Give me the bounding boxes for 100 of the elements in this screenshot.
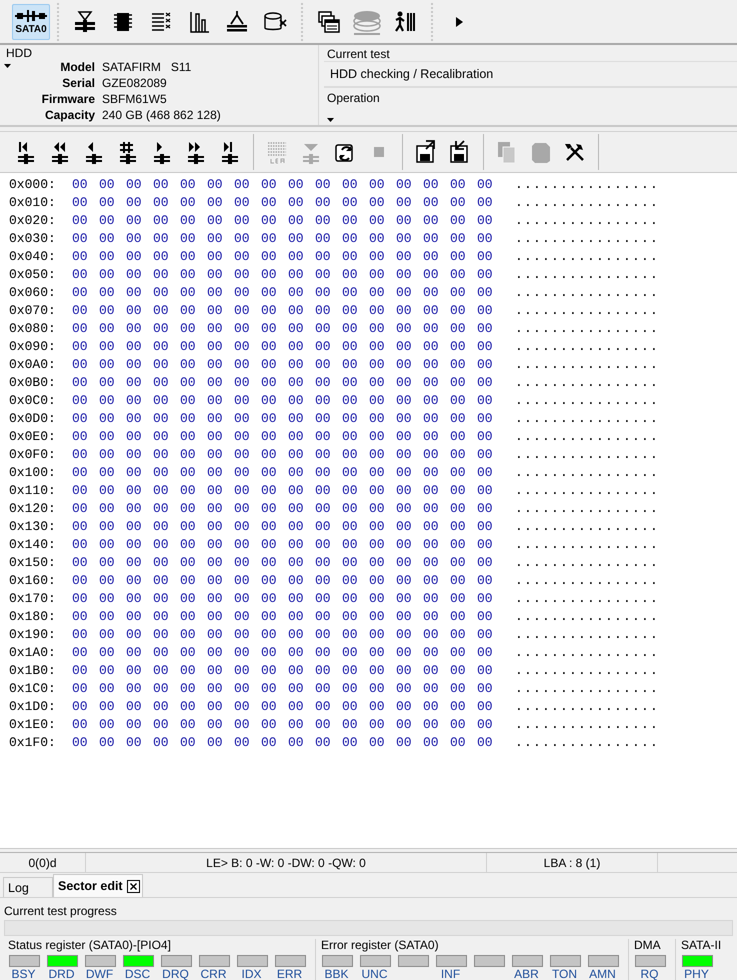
hex-byte[interactable]: 00 — [396, 356, 423, 372]
hex-byte[interactable]: 00 — [288, 446, 315, 462]
hex-byte[interactable]: 00 — [396, 698, 423, 714]
hex-byte[interactable]: 00 — [396, 320, 423, 336]
hex-byte[interactable]: 00 — [369, 644, 396, 660]
hex-byte[interactable]: 00 — [477, 338, 504, 354]
hex-byte[interactable]: 00 — [72, 590, 99, 606]
hex-byte[interactable]: 00 — [153, 338, 180, 354]
hex-byte[interactable]: 00 — [315, 302, 342, 318]
hex-byte[interactable]: 00 — [423, 680, 450, 696]
hex-byte[interactable]: 00 — [126, 608, 153, 624]
hex-byte[interactable]: 00 — [342, 464, 369, 480]
hex-byte[interactable]: 00 — [126, 644, 153, 660]
hex-byte[interactable]: 00 — [396, 410, 423, 426]
hex-byte[interactable]: 00 — [180, 176, 207, 192]
hex-byte[interactable]: 00 — [99, 284, 126, 300]
hex-byte[interactable]: 00 — [288, 410, 315, 426]
hex-byte[interactable]: 00 — [234, 626, 261, 642]
hex-byte[interactable]: 00 — [72, 698, 99, 714]
hex-byte[interactable]: 00 — [153, 644, 180, 660]
hex-byte[interactable]: 00 — [72, 338, 99, 354]
hex-byte[interactable]: 00 — [72, 320, 99, 336]
hex-byte[interactable]: 00 — [450, 536, 477, 552]
hex-byte[interactable]: 00 — [369, 518, 396, 534]
hex-byte[interactable]: 00 — [342, 374, 369, 390]
hex-byte[interactable]: 00 — [342, 392, 369, 408]
hex-byte[interactable]: 00 — [450, 716, 477, 732]
hex-byte[interactable]: 00 — [207, 554, 234, 570]
hex-byte[interactable]: 00 — [450, 374, 477, 390]
caret-icon[interactable] — [327, 118, 334, 122]
hex-byte[interactable]: 00 — [99, 212, 126, 228]
hex-byte[interactable]: 00 — [153, 734, 180, 750]
hex-byte[interactable]: 00 — [207, 464, 234, 480]
hex-byte[interactable]: 00 — [477, 590, 504, 606]
hex-byte[interactable]: 00 — [315, 734, 342, 750]
hex-byte[interactable]: 00 — [288, 518, 315, 534]
hex-byte[interactable]: 00 — [288, 356, 315, 372]
hex-byte[interactable]: 00 — [396, 572, 423, 588]
hex-byte[interactable]: 00 — [396, 302, 423, 318]
hex-byte[interactable]: 00 — [423, 536, 450, 552]
hex-byte[interactable]: 00 — [342, 608, 369, 624]
hex-byte[interactable]: 00 — [369, 572, 396, 588]
hex-byte[interactable]: 00 — [477, 392, 504, 408]
hex-byte[interactable]: 00 — [72, 194, 99, 210]
hex-byte[interactable]: 00 — [450, 356, 477, 372]
hex-byte[interactable]: 00 — [234, 410, 261, 426]
hex-byte[interactable]: 00 — [207, 626, 234, 642]
hex-byte[interactable]: 00 — [261, 176, 288, 192]
hex-byte[interactable]: 00 — [234, 338, 261, 354]
hex-byte[interactable]: 00 — [342, 338, 369, 354]
hex-byte[interactable]: 00 — [423, 320, 450, 336]
hex-byte[interactable]: 00 — [180, 338, 207, 354]
hex-byte[interactable]: 00 — [180, 716, 207, 732]
hex-byte[interactable]: 00 — [207, 410, 234, 426]
hex-byte[interactable]: 00 — [369, 536, 396, 552]
hex-byte[interactable]: 00 — [207, 302, 234, 318]
hex-byte[interactable]: 00 — [261, 716, 288, 732]
hex-byte[interactable]: 00 — [450, 608, 477, 624]
hex-byte[interactable]: 00 — [423, 392, 450, 408]
hex-byte[interactable]: 00 — [450, 428, 477, 444]
hex-byte[interactable]: 00 — [126, 464, 153, 480]
hex-byte[interactable]: 00 — [72, 734, 99, 750]
hex-byte[interactable]: 00 — [288, 572, 315, 588]
hex-byte[interactable]: 00 — [369, 410, 396, 426]
hex-byte[interactable]: 00 — [288, 482, 315, 498]
hex-byte[interactable]: 00 — [126, 338, 153, 354]
hex-byte[interactable]: 00 — [423, 662, 450, 678]
hex-byte[interactable]: 00 — [369, 320, 396, 336]
hex-byte[interactable]: 00 — [261, 644, 288, 660]
hex-byte[interactable]: 00 — [450, 392, 477, 408]
hex-byte[interactable]: 00 — [369, 662, 396, 678]
hex-byte[interactable]: 00 — [234, 374, 261, 390]
hex-byte[interactable]: 00 — [477, 464, 504, 480]
hex-byte[interactable]: 00 — [450, 626, 477, 642]
hex-byte[interactable]: 00 — [423, 194, 450, 210]
hex-byte[interactable]: 00 — [261, 374, 288, 390]
hex-byte[interactable]: 00 — [315, 248, 342, 264]
hex-byte[interactable]: 00 — [72, 644, 99, 660]
hex-byte[interactable]: 00 — [342, 626, 369, 642]
hex-byte[interactable]: 00 — [153, 176, 180, 192]
hex-byte[interactable]: 00 — [396, 284, 423, 300]
hex-byte[interactable]: 00 — [288, 680, 315, 696]
hex-byte[interactable]: 00 — [234, 248, 261, 264]
hex-byte[interactable]: 00 — [396, 212, 423, 228]
hex-byte[interactable]: 00 — [126, 482, 153, 498]
hex-byte[interactable]: 00 — [261, 680, 288, 696]
hex-byte[interactable]: 00 — [234, 230, 261, 246]
hex-byte[interactable]: 00 — [315, 680, 342, 696]
hex-byte[interactable]: 00 — [234, 662, 261, 678]
hex-byte[interactable]: 00 — [180, 230, 207, 246]
hex-byte[interactable]: 00 — [342, 680, 369, 696]
hex-byte[interactable]: 00 — [153, 554, 180, 570]
hex-byte[interactable]: 00 — [315, 482, 342, 498]
hex-byte[interactable]: 00 — [99, 392, 126, 408]
hex-byte[interactable]: 00 — [234, 392, 261, 408]
hex-byte[interactable]: 00 — [261, 608, 288, 624]
hex-byte[interactable]: 00 — [288, 428, 315, 444]
hex-byte[interactable]: 00 — [450, 410, 477, 426]
hex-byte[interactable]: 00 — [450, 194, 477, 210]
hex-byte[interactable]: 00 — [396, 662, 423, 678]
